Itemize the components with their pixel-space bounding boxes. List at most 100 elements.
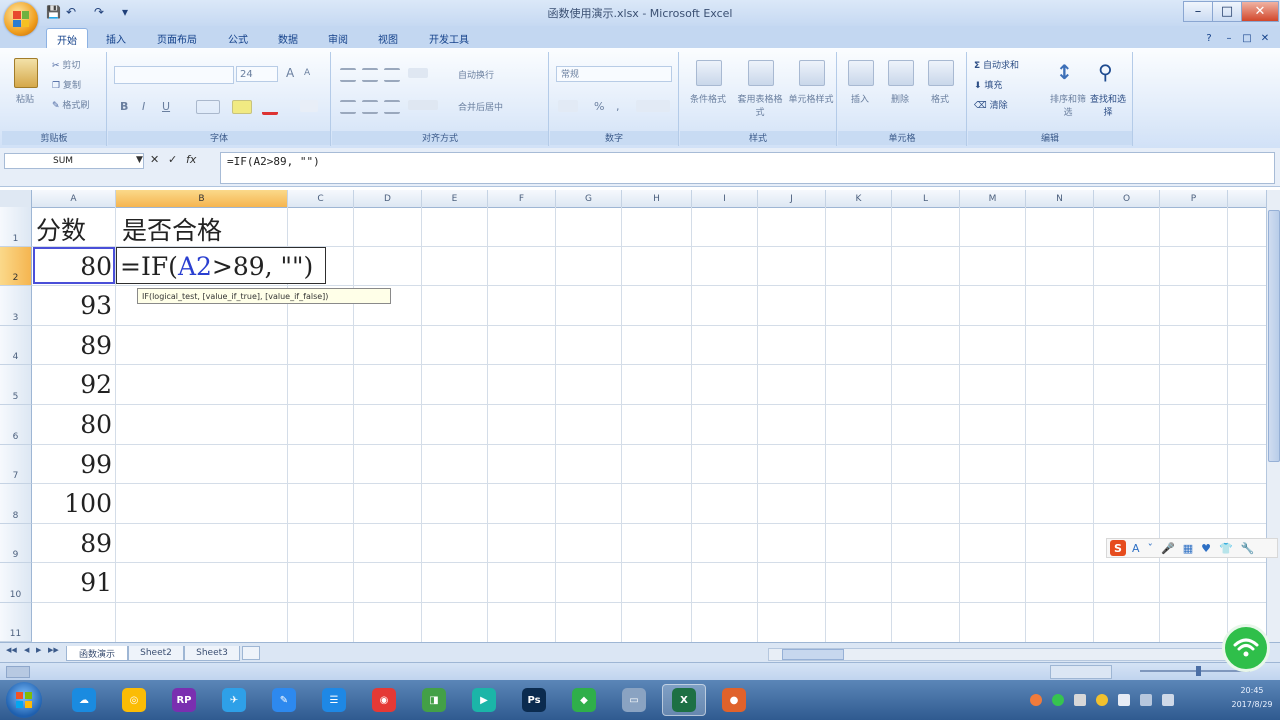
tab-view[interactable]: 视图	[368, 28, 408, 48]
indent-icon[interactable]	[408, 100, 438, 110]
column-header-p[interactable]: P	[1160, 190, 1228, 207]
cell-a9[interactable]: 89	[34, 529, 112, 558]
column-header-f[interactable]: F	[488, 190, 556, 207]
ime-item-1-icon[interactable]: ˇ	[1148, 542, 1154, 555]
maximize-button[interactable]: □	[1212, 1, 1242, 22]
orientation-icon[interactable]	[408, 68, 428, 78]
sheet-tab-2[interactable]: Sheet2	[128, 646, 184, 661]
workbook-close-button[interactable]: ✕	[1256, 28, 1274, 48]
taskbar-xmind[interactable]: ✈	[212, 684, 256, 716]
office-button[interactable]	[4, 2, 38, 36]
taskbar-photoshop[interactable]: Ps	[512, 684, 556, 716]
row-header-9[interactable]: 9	[0, 524, 32, 563]
cell-a8[interactable]: 100	[34, 489, 112, 518]
zoom-slider-handle[interactable]	[1196, 666, 1201, 676]
column-header-c[interactable]: C	[288, 190, 354, 207]
font-color-icon[interactable]	[262, 100, 278, 115]
taskbar-pen-tool[interactable]: ✎	[262, 684, 306, 716]
align-middle-icon[interactable]	[362, 68, 378, 82]
column-header-j[interactable]: J	[758, 190, 826, 207]
currency-icon[interactable]	[558, 100, 578, 112]
ime-item-0-icon[interactable]: A	[1132, 542, 1140, 555]
sheet-nav-prev-button[interactable]: ◀	[24, 646, 29, 654]
cell-a1[interactable]: 分数	[36, 211, 86, 247]
row-header-4[interactable]: 4	[0, 326, 32, 365]
column-header-o[interactable]: O	[1094, 190, 1160, 207]
cell-a4[interactable]: 89	[34, 331, 112, 360]
format-as-table-button[interactable]: 套用表格格式	[734, 58, 786, 122]
decimal-icon[interactable]	[636, 100, 670, 112]
ime-item-2-icon[interactable]: 🎤	[1161, 542, 1175, 555]
tab-home[interactable]: 开始	[46, 28, 88, 49]
tray-volume-icon[interactable]	[1162, 694, 1174, 706]
taskbar-video-player[interactable]: ▶	[462, 684, 506, 716]
column-header-d[interactable]: D	[354, 190, 422, 207]
taskbar-chrome[interactable]: ◎	[112, 684, 156, 716]
sheet-nav-next-button[interactable]: ▶	[36, 646, 41, 654]
column-header-g[interactable]: G	[556, 190, 622, 207]
vertical-scroll-thumb[interactable]	[1268, 210, 1280, 462]
column-header-b[interactable]: B	[116, 190, 288, 207]
tab-page-layout[interactable]: 页面布局	[146, 28, 208, 48]
column-header-h[interactable]: H	[622, 190, 692, 207]
tab-insert[interactable]: 插入	[96, 28, 136, 48]
taskbar-baidu-netdisk[interactable]: ☁	[62, 684, 106, 716]
wifi-float-button[interactable]	[1222, 624, 1270, 672]
font-name-select[interactable]	[114, 66, 234, 84]
ime-item-6-icon[interactable]: 🔧	[1241, 542, 1255, 555]
column-header-k[interactable]: K	[826, 190, 892, 207]
tray-app-icon[interactable]	[1030, 694, 1042, 706]
align-bottom-icon[interactable]	[384, 68, 400, 82]
cell-a10[interactable]: 91	[34, 568, 112, 597]
insert-function-button[interactable]: fx	[186, 153, 196, 166]
taskbar-task-list[interactable]: ☰	[312, 684, 356, 716]
column-header-m[interactable]: M	[960, 190, 1026, 207]
workbook-minimize-button[interactable]: –	[1220, 28, 1238, 48]
cancel-button[interactable]: ✕	[150, 153, 159, 166]
cell-a3[interactable]: 93	[34, 291, 112, 320]
number-format-select[interactable]: 常规	[556, 66, 672, 82]
row-header-10[interactable]: 10	[0, 563, 32, 603]
conditional-format-button[interactable]: 条件格式	[684, 58, 732, 122]
align-left-icon[interactable]	[340, 100, 356, 114]
clear-button[interactable]: ⌫ 清除	[974, 98, 1008, 111]
sheet-tab-1[interactable]: 函数演示	[66, 646, 128, 661]
ime-item-4-icon[interactable]: ♥	[1201, 542, 1211, 555]
taskbar-iqiyi[interactable]: ◨	[412, 684, 456, 716]
underline-button[interactable]: U	[162, 100, 170, 113]
sheet-nav-last-button[interactable]: ▶▶	[48, 646, 59, 654]
column-header-l[interactable]: L	[892, 190, 960, 207]
select-all-button[interactable]	[0, 190, 32, 207]
cell-a5[interactable]: 92	[34, 370, 112, 399]
tray-flag-icon[interactable]	[1118, 694, 1130, 706]
copy-button[interactable]: ❐ 复制	[52, 78, 81, 91]
view-buttons[interactable]	[1050, 665, 1112, 679]
sheet-nav-first-button[interactable]: ◀◀	[6, 646, 17, 654]
ime-item-5-icon[interactable]: 👕	[1219, 542, 1233, 555]
tab-formulas[interactable]: 公式	[218, 28, 258, 48]
column-header-i[interactable]: I	[692, 190, 758, 207]
chevron-down-icon[interactable]: ▼	[136, 155, 143, 165]
bold-button[interactable]: B	[120, 100, 128, 113]
border-icon[interactable]	[196, 100, 220, 114]
zoom-slider[interactable]	[1140, 670, 1250, 672]
enter-button[interactable]: ✓	[168, 153, 177, 166]
taskbar-visio-like[interactable]: ◆	[562, 684, 606, 716]
tray-ime-icon[interactable]	[1074, 694, 1086, 706]
close-button[interactable]: ✕	[1241, 1, 1279, 22]
column-header-n[interactable]: N	[1026, 190, 1094, 207]
align-center-icon[interactable]	[362, 100, 378, 114]
ime-item-3-icon[interactable]: ▦	[1183, 542, 1193, 555]
font-size-select[interactable]: 24	[236, 66, 278, 82]
row-header-11[interactable]: 11	[0, 603, 32, 642]
ime-toolbar[interactable]: S A ˇ 🎤 ▦ ♥ 👕 🔧	[1106, 538, 1278, 558]
name-box[interactable]: SUM	[4, 153, 144, 169]
cell-styles-button[interactable]: 单元格样式	[788, 58, 834, 122]
horizontal-scroll-thumb[interactable]	[782, 649, 844, 660]
grow-font-button[interactable]: A	[286, 66, 294, 80]
taskbar-excel[interactable]: X	[662, 684, 706, 716]
start-button[interactable]	[6, 682, 42, 718]
find-select-button[interactable]: ⚲ 查找和选择	[1088, 58, 1128, 122]
shrink-font-button[interactable]: A	[304, 68, 310, 78]
help-button[interactable]: ?	[1200, 28, 1218, 48]
